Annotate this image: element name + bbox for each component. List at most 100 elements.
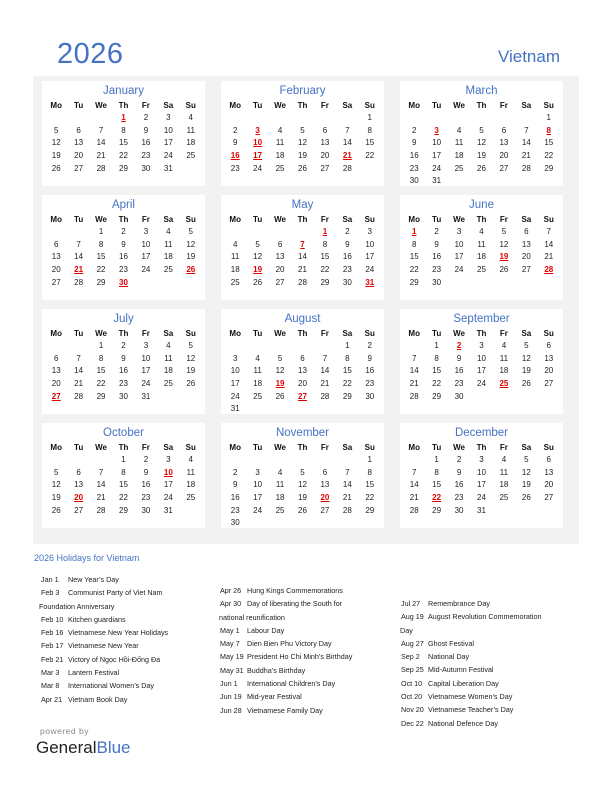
empty-cell (291, 226, 313, 239)
day-cell: 5 (53, 125, 59, 135)
day-cell: 3 (479, 341, 484, 350)
day-cell: 18 (499, 480, 509, 490)
holiday-day-cell: 20 (320, 493, 330, 503)
day-cell: 11 (477, 239, 486, 249)
day-cell: 22 (365, 493, 375, 503)
weekday-header: We (453, 329, 465, 338)
day-cell: 13 (521, 239, 531, 249)
holiday-name: Mid-Autumn Festival (428, 665, 494, 675)
holiday-day-cell: 25 (499, 379, 509, 389)
holiday-date: Nov 20 (401, 705, 424, 715)
day-cell: 22 (96, 379, 106, 389)
holiday-name-continued: Foundation Anniversary (39, 601, 115, 611)
weekday-header: Su (185, 443, 196, 452)
day-cell: 23 (230, 505, 240, 515)
day-cell: 28 (320, 391, 330, 401)
day-cell: 21 (409, 379, 419, 389)
month-october: October Mo Tu We Th Fr Sa Su 1 2 3 4 5 6 7 8 9 10 11 12 13 14… (42, 423, 205, 528)
generalblue-logo[interactable]: GeneralBlue (36, 738, 131, 758)
weekday-header: Th (118, 101, 129, 110)
weekday-header: Mo (229, 443, 241, 452)
day-cell: 11 (253, 366, 262, 376)
day-cell: 21 (298, 265, 307, 275)
day-cell: 11 (275, 138, 285, 148)
day-cell: 27 (275, 277, 285, 287)
weekday-header: Fr (499, 443, 508, 452)
empty-cell (515, 112, 537, 125)
day-cell: 4 (166, 341, 171, 350)
day-cell: 25 (499, 493, 509, 503)
day-cell: 14 (342, 138, 352, 148)
day-cell: 3 (166, 455, 171, 464)
holiday-date: Feb 3 (41, 588, 60, 598)
weekday-header: Fr (499, 329, 508, 338)
day-cell: 14 (96, 480, 106, 490)
day-cell: 29 (119, 163, 128, 173)
day-cell: 17 (141, 252, 151, 262)
weekday-header: Mo (50, 101, 62, 110)
day-cell: 24 (432, 163, 442, 173)
weekday-header: Sa (163, 101, 174, 110)
day-cell: 15 (96, 252, 106, 262)
weekday-header: Su (364, 101, 375, 110)
day-cell: 10 (230, 366, 240, 376)
day-cell: 10 (365, 239, 375, 249)
weekday-header: Th (476, 329, 487, 338)
holiday-day-cell: 21 (74, 265, 84, 275)
day-cell: 21 (96, 493, 106, 503)
holiday-name-continued: Day (400, 625, 413, 635)
day-cell: 20 (275, 265, 285, 275)
day-cell: 15 (544, 138, 554, 148)
month-grid: Mo Tu We Th Fr Sa Su 1 2 3 4 5 6 7 8 9 10 11 12 13 14 15 16 17 1… (400, 213, 563, 289)
day-cell: 8 (367, 125, 372, 135)
day-cell: 5 (53, 467, 59, 477)
day-cell: 25 (186, 493, 196, 503)
day-cell: 7 (76, 239, 81, 249)
day-cell: 17 (477, 480, 486, 490)
empty-cell (45, 112, 67, 125)
day-cell: 4 (232, 239, 238, 249)
day-cell: 17 (163, 138, 173, 148)
day-cell: 6 (501, 125, 507, 135)
day-cell: 1 (367, 455, 372, 464)
brand-general: General (36, 738, 97, 757)
day-cell: 10 (432, 138, 442, 148)
holiday-day-cell: 19 (275, 379, 285, 389)
day-cell: 3 (232, 353, 238, 363)
day-cell: 18 (163, 252, 173, 262)
day-cell: 12 (477, 138, 486, 148)
day-cell: 2 (143, 455, 149, 464)
day-cell: 30 (342, 277, 352, 287)
day-cell: 16 (365, 366, 375, 376)
month-february: February Mo Tu We Th Fr Sa Su 1 2 3 4 5 6 7 8 9 10 11 12 13 1… (221, 81, 384, 186)
weekday-header: Tu (432, 215, 442, 224)
day-cell: 24 (477, 379, 486, 389)
day-cell: 6 (524, 227, 529, 236)
weekday-header: Tu (432, 443, 442, 452)
day-cell: 25 (477, 265, 486, 275)
day-cell: 1 (434, 341, 439, 350)
day-cell: 14 (320, 366, 330, 376)
empty-cell (403, 340, 425, 353)
weekday-header: Su (364, 215, 375, 224)
weekday-header: Su (543, 329, 554, 338)
weekday-header: We (274, 329, 286, 338)
day-cell: 28 (409, 391, 419, 401)
holiday-list-column: Apr 26 Hung Kings Commemorations Apr 30 Day… (219, 584, 352, 717)
month-grid: Mo Tu We Th Fr Sa Su 1 2 3 4 5 6 7 8 9 10 11 12 13 14 15 16 17 1… (42, 213, 205, 289)
day-cell: 18 (186, 138, 196, 148)
day-cell: 4 (188, 455, 193, 464)
day-cell: 11 (499, 353, 509, 363)
weekday-header: Sa (342, 329, 353, 338)
day-cell: 31 (163, 505, 173, 515)
weekday-header: Th (476, 101, 487, 110)
month-name: May (291, 199, 314, 211)
holiday-name: Vietnamese Family Day (247, 705, 323, 715)
day-cell: 1 (345, 341, 350, 350)
day-cell: 15 (96, 366, 106, 376)
empty-cell (45, 454, 67, 467)
day-cell: 16 (141, 138, 151, 148)
holiday-date: Feb 21 (41, 654, 64, 664)
day-cell: 28 (96, 163, 106, 173)
month-name: August (284, 313, 321, 325)
